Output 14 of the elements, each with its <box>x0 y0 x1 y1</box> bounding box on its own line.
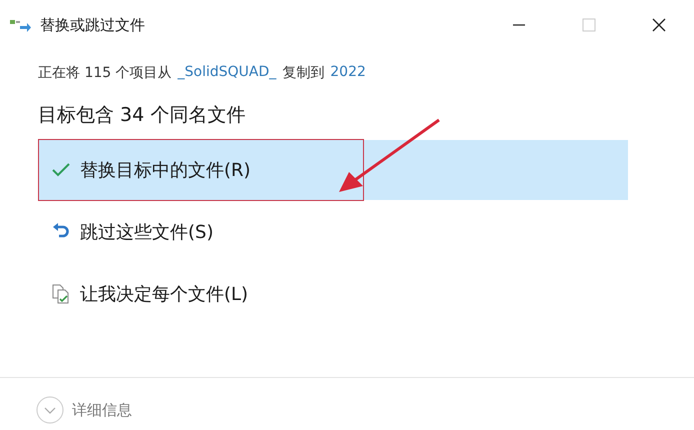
copy-status-text: 复制到 <box>282 64 324 82</box>
checkmark-icon <box>52 163 70 177</box>
copy-status-text: 正在将 115 个项目从 <box>38 64 172 82</box>
source-folder-link[interactable]: _SolidSQUAD_ <box>178 64 276 82</box>
option-item[interactable]: 跳过这些文件(S) <box>38 202 628 262</box>
copy-files-icon <box>10 18 32 32</box>
option-item[interactable]: 让我决定每个文件(L) <box>38 264 628 324</box>
window-title: 替换或跳过文件 <box>40 16 145 34</box>
documents-icon <box>52 284 70 304</box>
close-icon[interactable] <box>652 18 666 32</box>
conflict-heading: 目标包含 34 个同名文件 <box>38 103 246 128</box>
option-item[interactable]: 替换目标中的文件(R) <box>38 140 628 200</box>
destination-folder-link[interactable]: 2022 <box>330 64 366 82</box>
details-toggle[interactable]: 详细信息 <box>72 400 132 420</box>
